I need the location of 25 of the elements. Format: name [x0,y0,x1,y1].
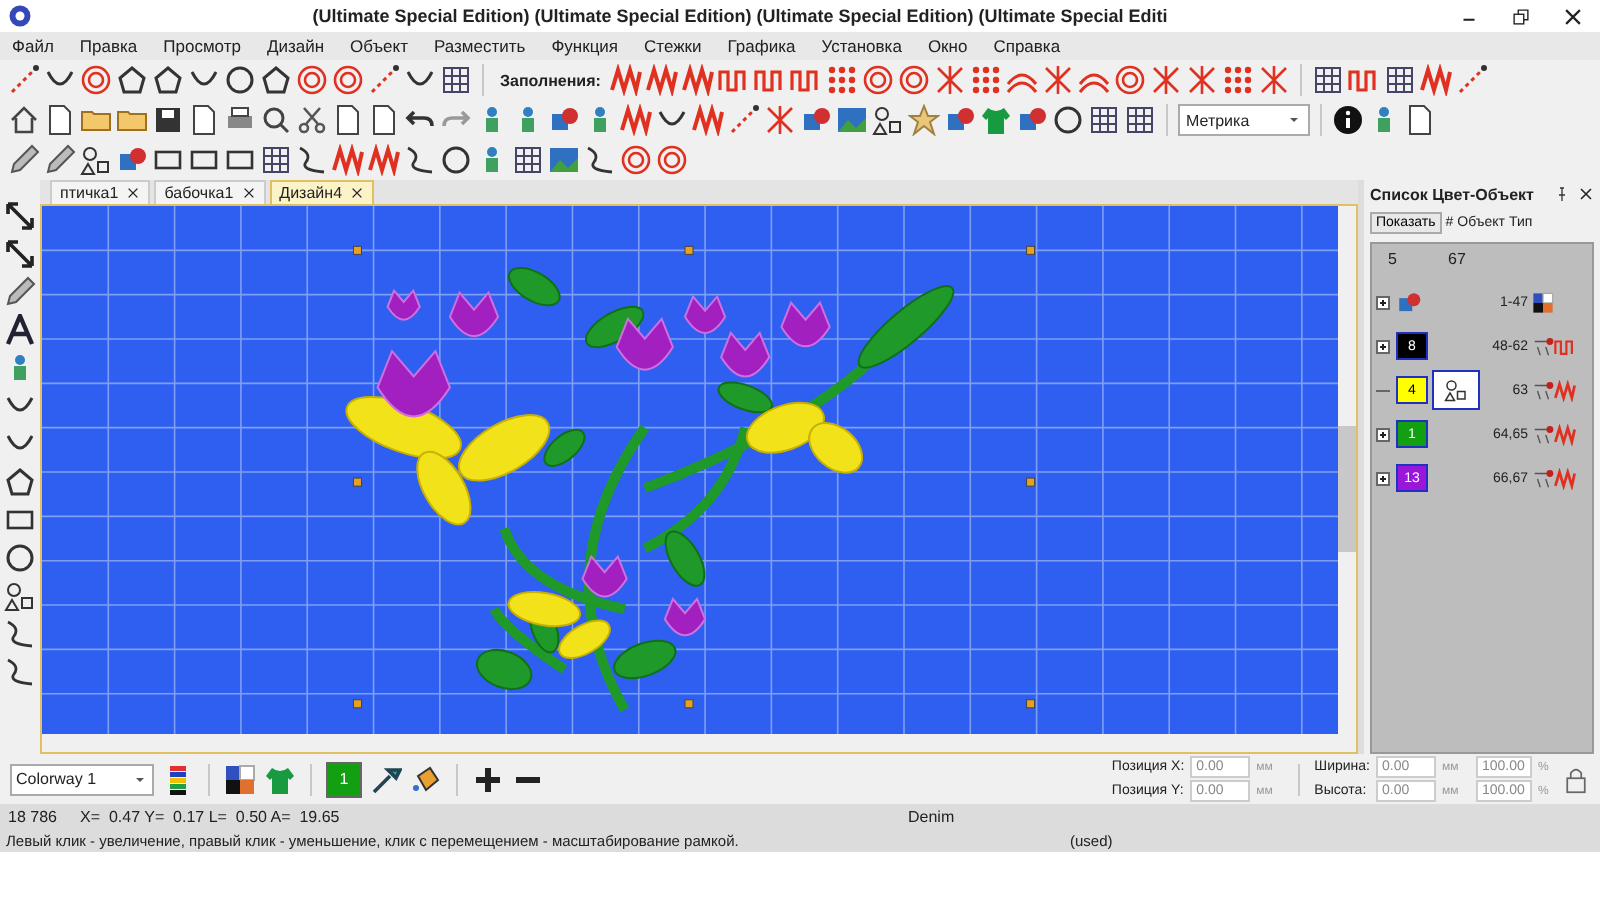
document-tab[interactable]: Дизайн4 [269,180,375,204]
panel-title: Список Цвет-Объект [1370,185,1536,203]
window-title: (Ultimate Special Edition) (Ultimate Special Edition) (Ultimate Special Edition) (Ultimate Special Editi [310,6,1170,26]
fabric-name: Denim [908,807,955,825]
colorway-dropdown[interactable]: Colorway 1 [10,763,154,795]
menu-item[interactable]: Файл [12,36,54,56]
menu-item[interactable]: Разместить [433,36,526,56]
summary-count: 67 [1448,250,1468,268]
cursor-coordinates: X= 0.47 Y= 0.17 L= 0.50 A= 19.65 [80,807,342,825]
menu-item[interactable]: Установка [821,36,902,56]
menu-item[interactable]: Правка [79,36,138,56]
fills-label: Заполнения: [500,71,601,89]
menu-item[interactable]: Объект [350,36,408,56]
menu-item[interactable]: Справка [993,36,1061,56]
menu-item[interactable]: Функция [551,36,619,56]
menu-item[interactable]: Графика [727,36,796,56]
menu-item[interactable]: Дизайн [266,36,325,56]
summary-count: 5 [1388,250,1399,268]
stitch-count: 18 786 [8,807,59,825]
menu-item[interactable]: Просмотр [163,36,241,56]
menu-item[interactable]: Окно [927,36,968,56]
units-dropdown[interactable]: Метрика [1178,104,1310,136]
document-tab[interactable]: птичка1 [50,180,151,204]
menu-item[interactable]: Стежки [644,36,702,56]
document-tab[interactable]: бабочка1 [154,180,266,204]
